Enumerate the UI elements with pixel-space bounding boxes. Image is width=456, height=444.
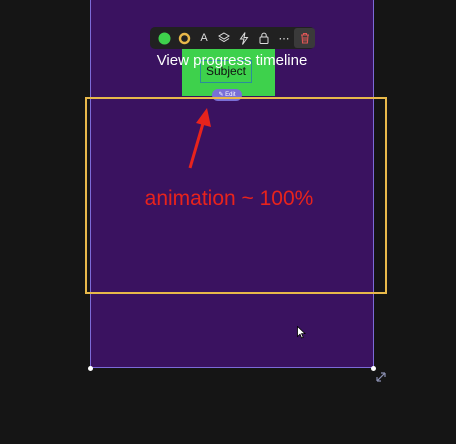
text-icon: A bbox=[200, 32, 208, 44]
lock-icon bbox=[259, 32, 269, 44]
annotation-text: animation ~ 100% bbox=[144, 187, 314, 210]
interaction-button[interactable] bbox=[234, 27, 254, 49]
layers-icon bbox=[218, 32, 230, 43]
floating-toolbar: A ⋯ bbox=[150, 27, 315, 49]
stroke-color-button[interactable] bbox=[174, 27, 194, 49]
green-circle-icon bbox=[158, 32, 170, 44]
more-icon: ⋯ bbox=[278, 32, 290, 45]
text-button[interactable]: A bbox=[194, 27, 214, 49]
frame-heading: View progress timeline bbox=[156, 52, 308, 69]
yellow-ring-icon bbox=[178, 32, 190, 44]
pointer-cursor-icon bbox=[297, 326, 306, 339]
arrow-icon bbox=[188, 108, 211, 169]
more-button[interactable]: ⋯ bbox=[274, 27, 294, 49]
frame-handle-bottom-left[interactable] bbox=[88, 366, 93, 371]
fill-color-button[interactable] bbox=[154, 27, 174, 49]
resize-icon[interactable] bbox=[374, 370, 388, 384]
layers-button[interactable] bbox=[214, 27, 234, 49]
lock-button[interactable] bbox=[254, 27, 274, 49]
delete-button[interactable] bbox=[294, 28, 315, 48]
lightning-icon bbox=[239, 31, 249, 45]
trash-icon bbox=[300, 32, 309, 44]
